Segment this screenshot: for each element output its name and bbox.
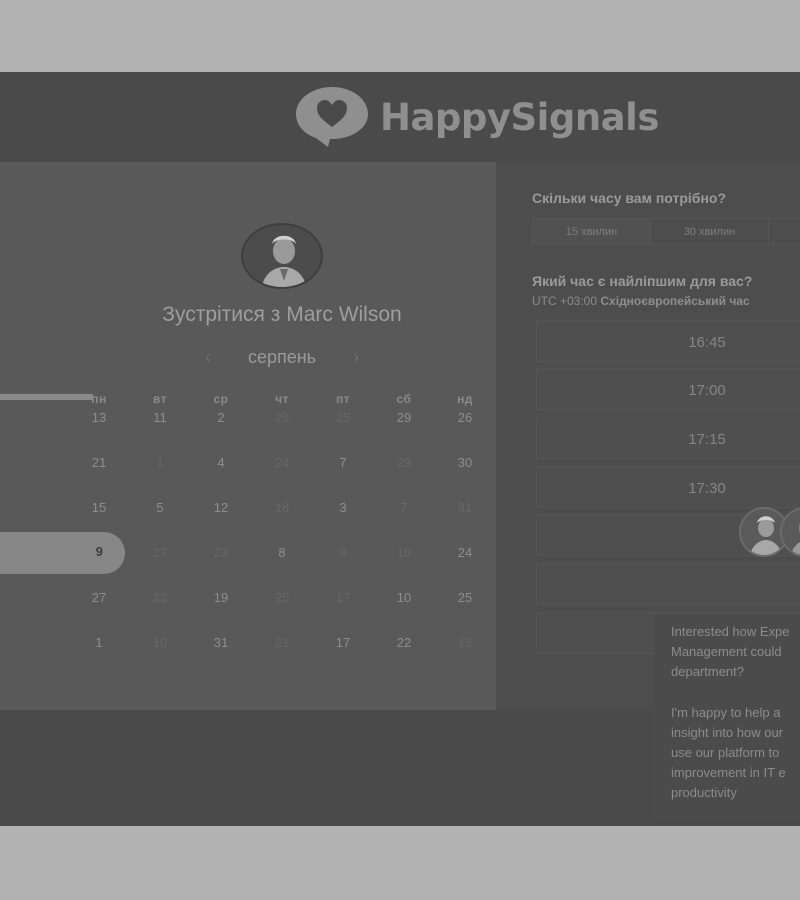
- time-slot-label: 16:45: [688, 334, 726, 351]
- chat-message-line: Interested how Expe: [671, 624, 790, 639]
- calendar-day-disabled: 29: [396, 455, 412, 470]
- current-month: серпень: [247, 346, 317, 367]
- chat-message-line: insight into how our: [671, 725, 784, 740]
- calendar-day[interactable]: 30: [445, 455, 485, 470]
- calendar-day-disabled: 22: [152, 590, 168, 605]
- calendar-day-disabled: 9: [339, 545, 347, 560]
- calendar-day-disabled: 21: [274, 635, 290, 650]
- calendar-day[interactable]: 5: [140, 500, 180, 515]
- time-slot-label: 17:15: [688, 431, 726, 448]
- calendar-panel: Зустрітися з Marc Wilson ‹ серпень › 9 п…: [0, 162, 496, 710]
- selected-day-label: 9: [95, 544, 103, 559]
- calendar-day[interactable]: 26: [445, 410, 485, 425]
- duration-option-15[interactable]: 15 хвилин: [533, 219, 651, 244]
- chat-popup[interactable]: Interested how Expe Management could dep…: [654, 614, 800, 818]
- calendar-day[interactable]: 25: [445, 590, 485, 605]
- calendar-day[interactable]: 4: [201, 455, 241, 470]
- time-slot-label: 17:30: [688, 480, 726, 497]
- duration-selector: 15 хвилин 30 хвилин: [532, 218, 800, 245]
- calendar-day-disabled: 29: [274, 410, 290, 425]
- calendar-day[interactable]: 24: [445, 545, 485, 560]
- calendar-day-disabled: 13: [457, 635, 473, 650]
- time-slot[interactable]: [536, 563, 800, 605]
- selected-day[interactable]: 9: [0, 532, 125, 574]
- weekday-header: вт: [152, 392, 168, 406]
- month-navigator: ‹ серпень ›: [200, 346, 364, 368]
- timezone-offset: UTC +03:00: [532, 294, 598, 308]
- page-header: HappySignals: [0, 72, 800, 162]
- chat-message-line: I'm happy to help a: [671, 705, 781, 720]
- calendar-day[interactable]: 29: [384, 410, 424, 425]
- calendar-day-disabled: 25: [335, 410, 351, 425]
- calendar-day[interactable]: 31: [201, 635, 241, 650]
- time-slot[interactable]: 17:15: [536, 417, 800, 459]
- meeting-title: Зустрітися з Marc Wilson: [162, 303, 402, 326]
- weekday-header: чт: [275, 392, 289, 406]
- calendar-day[interactable]: 3: [323, 500, 363, 515]
- calendar-day[interactable]: 10: [384, 590, 424, 605]
- timezone-label: UTC +03:00 Східноєвропейський час: [532, 294, 750, 308]
- time-slot-label: 17:00: [688, 382, 726, 399]
- calendar-day[interactable]: 17: [323, 635, 363, 650]
- calendar-day-disabled: 7: [400, 500, 408, 515]
- calendar-day-disabled: 10: [396, 545, 412, 560]
- calendar-day[interactable]: 7: [323, 455, 363, 470]
- calendar-day-disabled: 17: [335, 590, 351, 605]
- chat-message-line: use our platform to: [671, 745, 780, 760]
- chat-message-line: improvement in IT e: [671, 765, 786, 780]
- calendar-day[interactable]: 22: [384, 635, 424, 650]
- brand-name: HappySignals: [380, 95, 659, 139]
- chat-message-line: Management could: [671, 644, 782, 659]
- calendar-day-disabled: 31: [457, 500, 473, 515]
- calendar-day[interactable]: 21: [79, 455, 119, 470]
- chat-message-line: department?: [671, 664, 744, 679]
- bottom-gray-band: [0, 826, 800, 900]
- scheduling-page: HappySignals Зустрітися з Marc Wilson ‹ …: [0, 72, 800, 826]
- calendar-day[interactable]: 19: [201, 590, 241, 605]
- time-slot[interactable]: 17:30: [536, 466, 800, 508]
- calendar-day[interactable]: 11: [140, 410, 180, 425]
- calendar-day-disabled: 24: [274, 455, 290, 470]
- timezone-name: Східноєвропейський час: [600, 294, 750, 308]
- chat-message-line: productivity: [671, 785, 737, 800]
- calendar-day[interactable]: 8: [262, 545, 302, 560]
- host-avatar: [241, 223, 323, 289]
- duration-option-30[interactable]: 30 хвилин: [651, 219, 769, 244]
- weekday-header: сб: [396, 392, 412, 406]
- calendar-day[interactable]: 12: [201, 500, 241, 515]
- weekday-header: пн: [91, 392, 107, 406]
- calendar-day[interactable]: 27: [79, 590, 119, 605]
- calendar-day[interactable]: 13: [79, 410, 119, 425]
- weekday-header: пт: [335, 392, 351, 406]
- calendar-day-disabled: 10: [152, 635, 168, 650]
- chevron-left-icon[interactable]: ‹: [200, 347, 216, 368]
- brand-logo[interactable]: HappySignals: [292, 84, 712, 150]
- calendar-day[interactable]: 15: [79, 500, 119, 515]
- time-slot[interactable]: 17:00: [536, 368, 800, 410]
- chevron-right-icon[interactable]: ›: [348, 347, 364, 368]
- calendar-day[interactable]: 2: [201, 410, 241, 425]
- calendar-day-disabled: 18: [274, 500, 290, 515]
- weekday-header: нд: [457, 392, 473, 406]
- calendar-day-disabled: 23: [213, 545, 229, 560]
- heart-speech-bubble-icon: [296, 87, 368, 147]
- calendar-day-disabled: 1: [156, 455, 164, 470]
- weekday-header: ср: [213, 392, 229, 406]
- calendar-day-disabled: 27: [152, 545, 168, 560]
- calendar-day[interactable]: 1: [79, 635, 119, 650]
- time-slot[interactable]: 16:45: [536, 320, 800, 362]
- time-question: Який час є найліпшим для вас?: [532, 273, 753, 289]
- duration-question: Скільки часу вам потрібно?: [532, 190, 727, 206]
- top-gray-band: [0, 0, 800, 72]
- duration-option-more[interactable]: [769, 219, 800, 244]
- calendar-day-disabled: 25: [274, 590, 290, 605]
